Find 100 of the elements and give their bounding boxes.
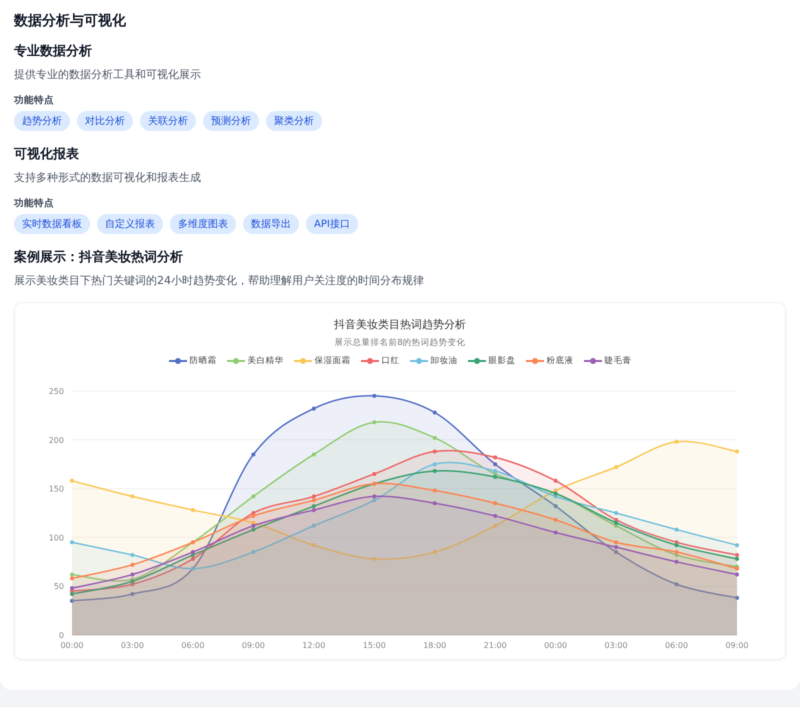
data-point xyxy=(735,543,739,548)
x-axis-label: 03:00 xyxy=(604,641,628,650)
legend-label[interactable]: 防晒霜 xyxy=(190,355,216,367)
chart-title: 抖音美妆类目热词趋势分析 xyxy=(333,317,467,332)
data-point xyxy=(130,562,134,567)
feature-tag: 预测分析 xyxy=(203,111,259,131)
x-axis-label: 12:00 xyxy=(302,641,326,650)
feature-tag: 多维度图表 xyxy=(170,214,236,234)
section-heading: 专业数据分析 xyxy=(14,43,93,60)
y-axis-label: 250 xyxy=(48,387,64,396)
legend-marker-icon[interactable] xyxy=(360,357,378,365)
feature-tag: 聚类分析 xyxy=(266,111,322,131)
x-axis-label: 21:00 xyxy=(484,641,507,650)
legend-marker-icon[interactable] xyxy=(410,357,428,365)
data-point xyxy=(554,504,558,508)
y-axis-label: 150 xyxy=(48,484,64,494)
x-axis-label: 15:00 xyxy=(362,641,386,650)
data-point xyxy=(70,478,74,483)
data-point xyxy=(372,420,376,424)
feature-tag: 关联分析 xyxy=(140,111,196,131)
data-point xyxy=(432,436,437,440)
legend-label[interactable]: 眼影盘 xyxy=(488,355,516,367)
data-point xyxy=(251,494,256,498)
data-point xyxy=(554,530,558,535)
y-axis-label: 200 xyxy=(48,436,64,445)
data-point xyxy=(614,465,618,470)
data-point xyxy=(251,452,256,456)
legend-label[interactable]: 保湿面霜 xyxy=(314,355,350,367)
data-point xyxy=(493,455,498,460)
data-point xyxy=(432,450,437,454)
feature-tag: 趋势分析 xyxy=(14,111,70,131)
legend-label[interactable]: 口红 xyxy=(382,355,400,367)
x-axis-label: 06:00 xyxy=(181,641,204,650)
feature-tag: 数据导出 xyxy=(243,214,299,234)
data-point xyxy=(251,550,256,554)
x-axis-label: 00:00 xyxy=(544,641,568,650)
legend-label[interactable]: 粉底液 xyxy=(546,355,574,367)
data-point xyxy=(312,524,316,528)
data-point xyxy=(493,514,498,518)
x-axis-label: 09:00 xyxy=(725,641,749,650)
section-description: 支持多种形式的数据可视化和报表生成 xyxy=(14,170,202,185)
feature-tag: 对比分析 xyxy=(77,111,133,131)
x-axis-label: 06:00 xyxy=(665,641,688,650)
y-axis-label: 100 xyxy=(48,533,64,542)
data-point xyxy=(312,406,316,411)
x-axis-label: 00:00 xyxy=(60,641,84,650)
data-point xyxy=(130,552,134,557)
data-point xyxy=(372,472,376,476)
data-point xyxy=(554,478,558,483)
case-heading: 案例展示：抖音美妆热词分析 xyxy=(14,248,184,266)
legend-marker-icon[interactable] xyxy=(584,357,602,365)
data-point xyxy=(674,528,679,532)
data-point xyxy=(190,508,195,512)
legend-label[interactable]: 卸妆油 xyxy=(430,355,458,367)
data-point xyxy=(735,596,739,600)
data-point xyxy=(554,518,558,522)
data-point xyxy=(735,572,739,576)
data-point xyxy=(372,394,376,398)
y-axis-label: 50 xyxy=(54,582,64,592)
legend-label[interactable]: 睫毛膏 xyxy=(604,355,632,367)
features-label: 功能特点 xyxy=(14,94,55,107)
features-label: 功能特点 xyxy=(14,197,55,210)
data-point xyxy=(432,501,437,506)
data-point xyxy=(312,452,316,456)
data-point xyxy=(674,440,679,444)
section-heading: 可视化报表 xyxy=(14,146,80,163)
feature-tag: 实时数据看板 xyxy=(14,214,90,234)
data-point xyxy=(432,462,437,466)
data-point xyxy=(493,501,498,506)
data-point xyxy=(614,511,618,515)
chart-subtitle: 展示总量排名前8的热词趋势变化 xyxy=(333,337,467,349)
feature-tag: API接口 xyxy=(306,214,358,234)
data-point xyxy=(372,556,376,561)
data-point xyxy=(493,462,498,466)
data-point xyxy=(735,450,739,454)
data-point xyxy=(70,540,74,544)
legend-marker-icon[interactable] xyxy=(468,357,486,365)
legend-marker-icon[interactable] xyxy=(526,357,544,365)
x-axis-label: 18:00 xyxy=(423,641,446,650)
x-axis-label: 09:00 xyxy=(242,641,265,650)
data-point xyxy=(674,560,679,564)
y-axis-label: 0 xyxy=(58,631,64,640)
legend-marker-icon[interactable] xyxy=(294,357,312,365)
data-point xyxy=(130,494,134,498)
data-point xyxy=(493,524,498,528)
data-point xyxy=(130,592,134,596)
page-title: 数据分析与可视化 xyxy=(14,12,127,30)
x-axis-label: 03:00 xyxy=(120,641,144,650)
data-point xyxy=(432,410,437,414)
feature-tag: 自定义报表 xyxy=(97,214,163,234)
data-point xyxy=(312,543,316,548)
data-point xyxy=(432,488,437,493)
data-point xyxy=(432,469,437,474)
section-description: 提供专业的数据分析工具和可视化展示 xyxy=(14,67,202,82)
legend-label[interactable]: 美白精华 xyxy=(248,355,284,367)
legend-marker-icon[interactable] xyxy=(226,357,244,365)
data-point xyxy=(432,550,437,554)
data-point xyxy=(674,582,679,586)
case-description: 展示美妆类目下热门关键词的24小时趋势变化，帮助理解用户关注度的时间分布规律 xyxy=(14,273,425,288)
legend-marker-icon[interactable] xyxy=(168,357,186,365)
